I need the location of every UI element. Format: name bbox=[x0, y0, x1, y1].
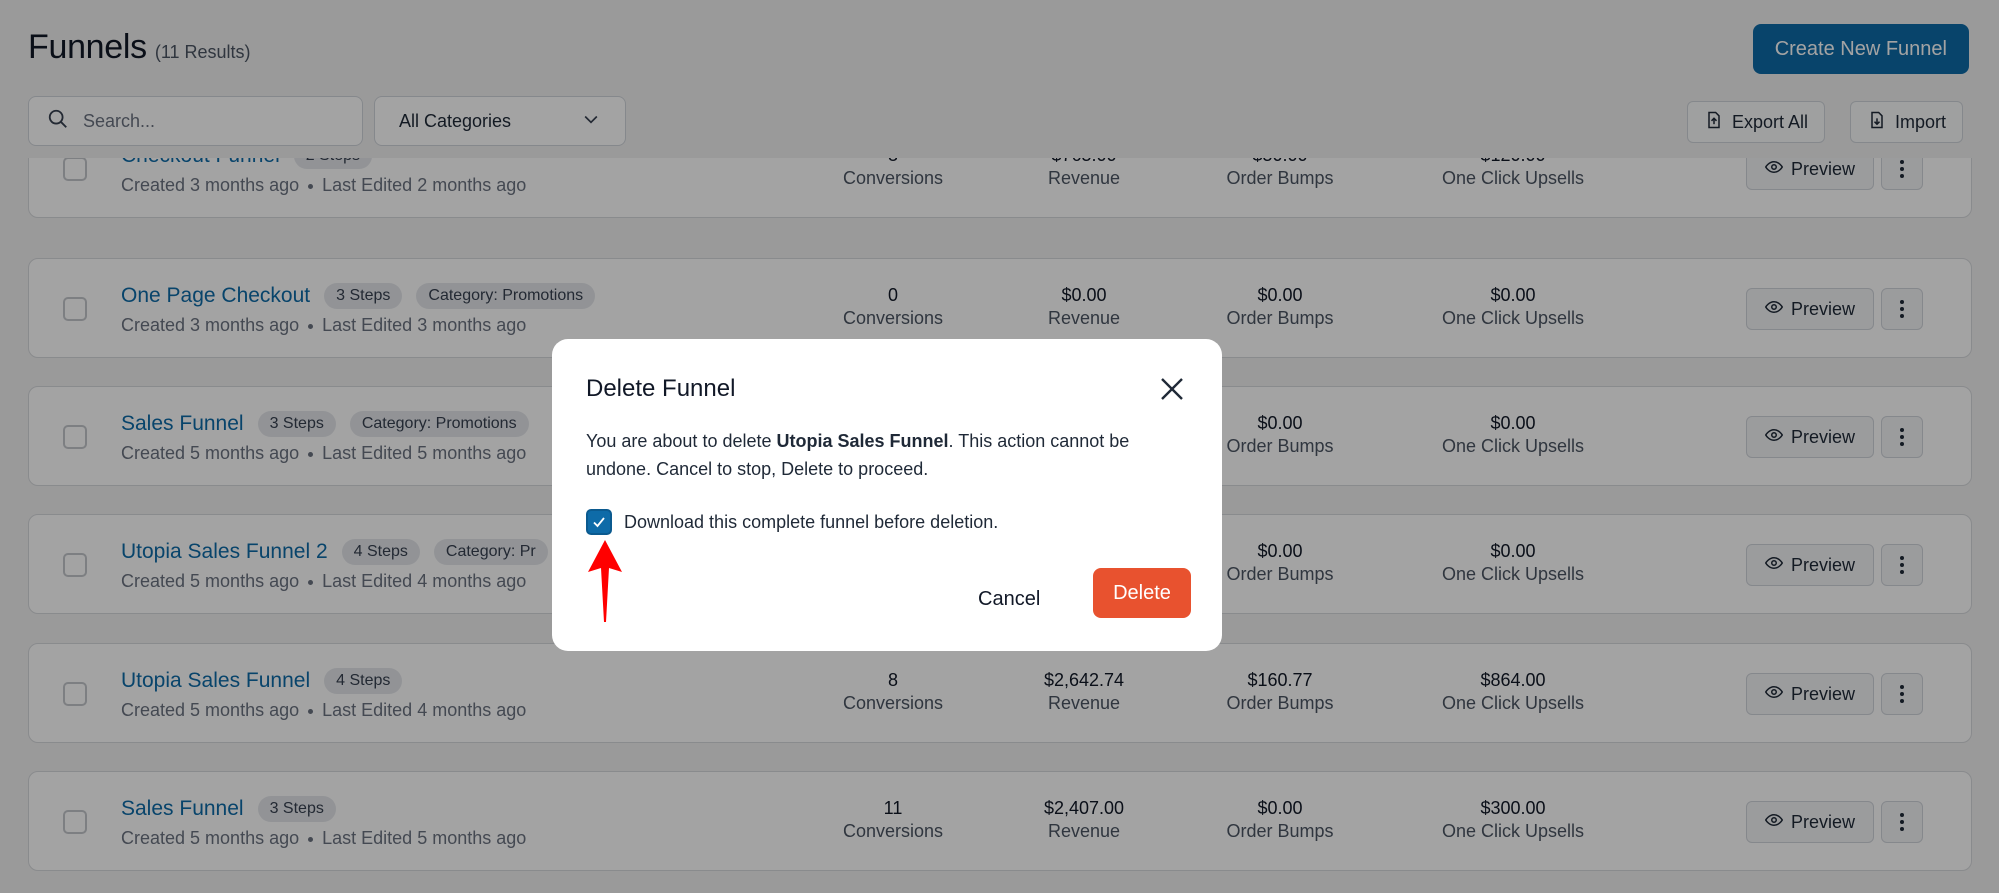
cancel-button[interactable]: Cancel bbox=[964, 575, 1054, 623]
funnel-name-bold: Utopia Sales Funnel bbox=[776, 431, 949, 451]
close-icon[interactable] bbox=[1156, 373, 1188, 405]
dialog-title: Delete Funnel bbox=[586, 375, 736, 402]
delete-funnel-dialog: Delete Funnel You are about to delete Ut… bbox=[552, 339, 1222, 651]
checkbox-checked-icon[interactable] bbox=[586, 509, 612, 535]
checkbox-label: Download this complete funnel before del… bbox=[624, 511, 999, 532]
delete-button[interactable]: Delete bbox=[1093, 568, 1191, 618]
dialog-message: You are about to delete Utopia Sales Fun… bbox=[586, 431, 1130, 479]
annotation-arrow-icon bbox=[584, 538, 626, 629]
download-before-delete-checkbox[interactable]: Download this complete funnel before del… bbox=[586, 509, 998, 535]
